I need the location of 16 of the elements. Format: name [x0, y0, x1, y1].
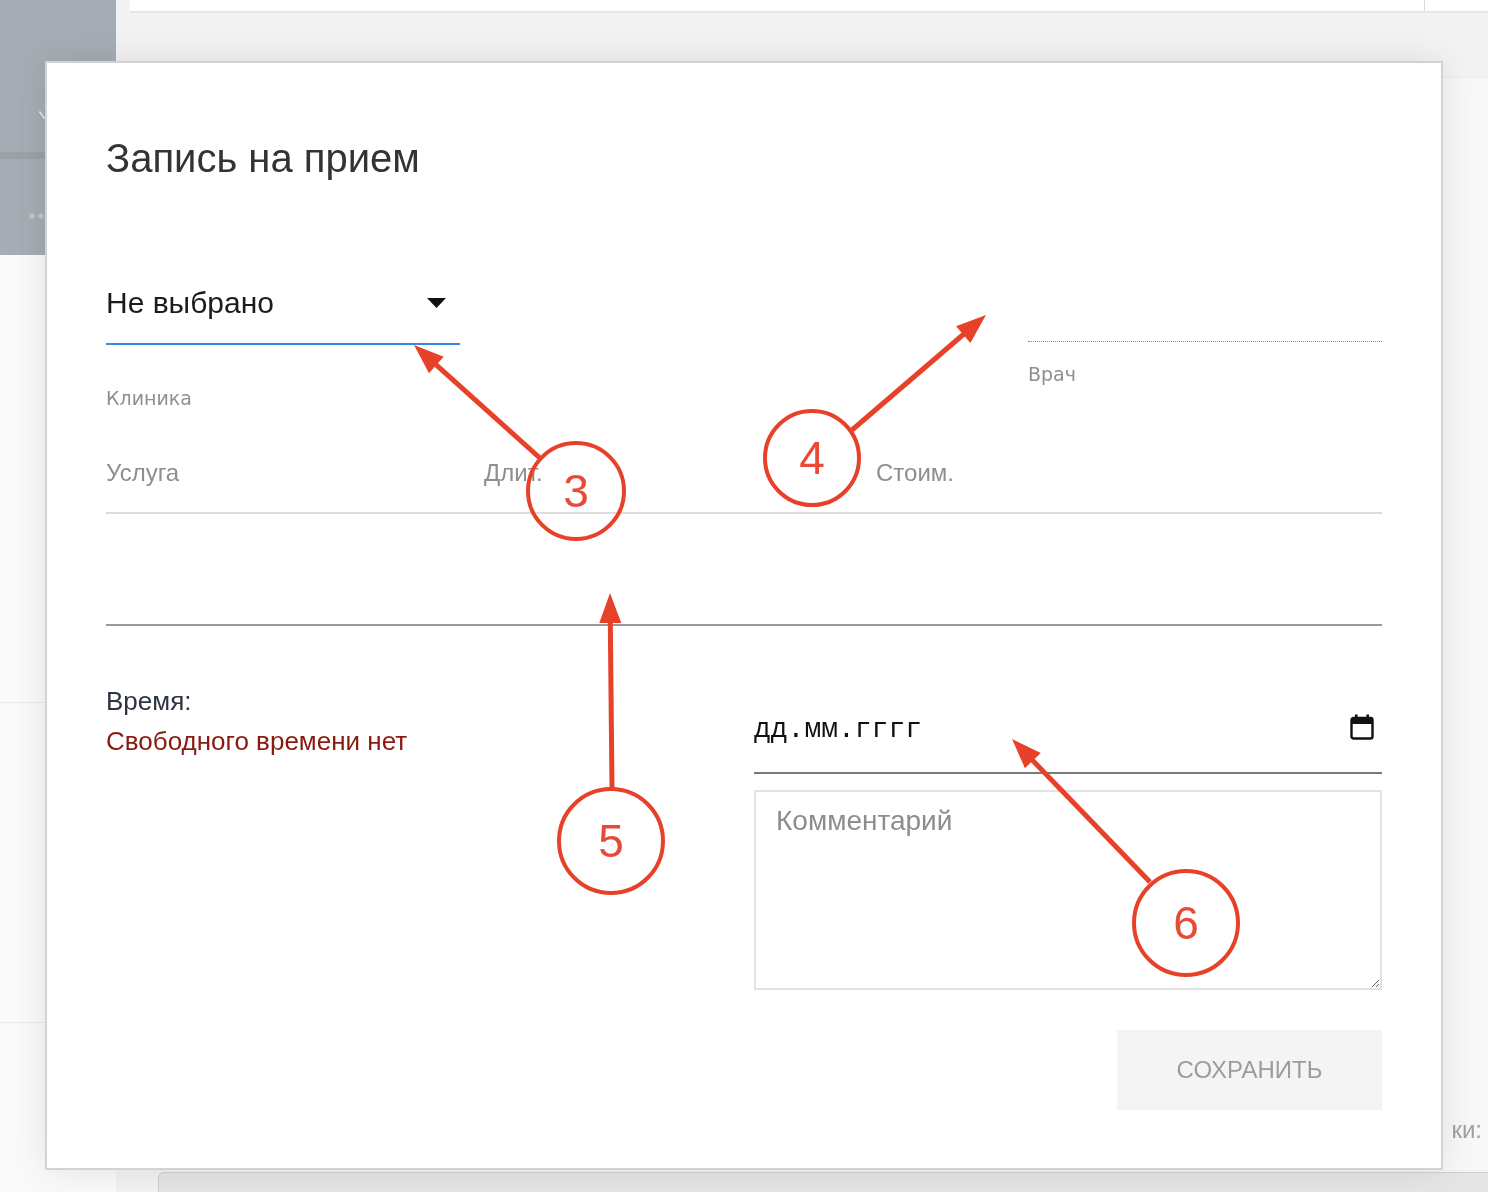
time-label: Время:	[106, 685, 193, 718]
dialog-title: Запись на прием	[106, 135, 421, 182]
dots-icon[interactable]	[29, 213, 45, 219]
no-time-message: Свободного времени нет	[106, 725, 408, 758]
chevron-icon[interactable]	[39, 111, 45, 119]
column-header: Стоим.	[876, 459, 955, 487]
doctor-label: Врач	[1028, 362, 1077, 386]
callout-badge: 6	[1132, 869, 1240, 977]
footer-text: ки:	[1451, 1115, 1482, 1145]
clinic-label: Клиника	[106, 386, 193, 410]
clinic-select[interactable]: Не выбрано	[106, 285, 460, 345]
column-header: Услуга	[106, 459, 181, 487]
callout-badge: 5	[557, 787, 665, 895]
caret-icon[interactable]	[427, 298, 446, 308]
callout-badge: 4	[763, 409, 861, 507]
calendar-icon[interactable]	[1350, 714, 1374, 740]
